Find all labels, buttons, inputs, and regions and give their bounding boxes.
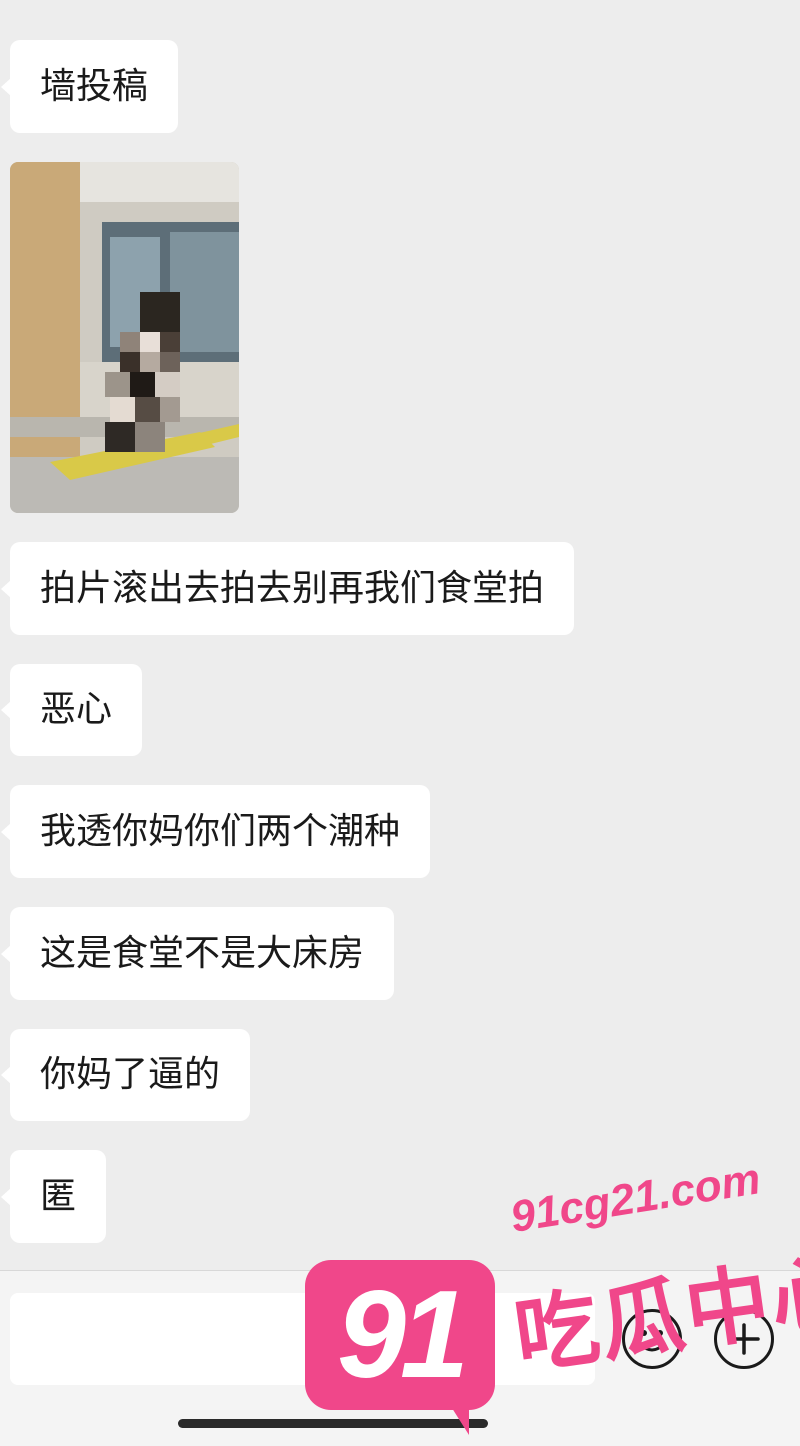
message-bubble[interactable]: 匿	[0, 1150, 107, 1243]
message-bubble[interactable]: 你妈了逼的	[0, 1029, 251, 1121]
message-text: 我透你妈你们两个潮种	[40, 810, 401, 852]
watermark-label: 吃瓜中心	[508, 1241, 800, 1387]
message-text: 你妈了逼的	[40, 1054, 221, 1095]
message-bubble[interactable]: 这是食堂不是大床房	[0, 907, 395, 1000]
message-bubble[interactable]: 墙投稿	[0, 40, 179, 133]
message-text: 拍片滚出去拍去别再我们食堂拍	[40, 567, 545, 609]
message-text: 恶心	[40, 689, 113, 730]
watermark-url: 91cg21.com	[507, 1154, 764, 1243]
message-text: 墙投稿	[40, 65, 149, 107]
watermark-badge-text: 91	[337, 1266, 469, 1404]
chat-area[interactable]: 墙投稿 拍片滚出去拍去别再我们食堂拍 恶心 我透你妈你们两个潮种 这是食堂不是大…	[0, 0, 800, 1270]
message-bubble[interactable]: 我透你妈你们两个潮种	[0, 785, 431, 878]
watermark-badge-tail	[445, 1397, 469, 1435]
message-text: 这是食堂不是大床房	[40, 932, 365, 974]
message-bubble[interactable]: 恶心	[0, 664, 143, 756]
watermark-badge: 91	[305, 1260, 495, 1410]
message-bubble[interactable]: 拍片滚出去拍去别再我们食堂拍	[0, 542, 575, 635]
watermark: 91cg21.com 91 吃瓜中心	[305, 1154, 800, 1445]
message-image[interactable]	[10, 162, 239, 513]
cafeteria-photo	[10, 162, 239, 513]
message-text: 匿	[40, 1175, 77, 1217]
